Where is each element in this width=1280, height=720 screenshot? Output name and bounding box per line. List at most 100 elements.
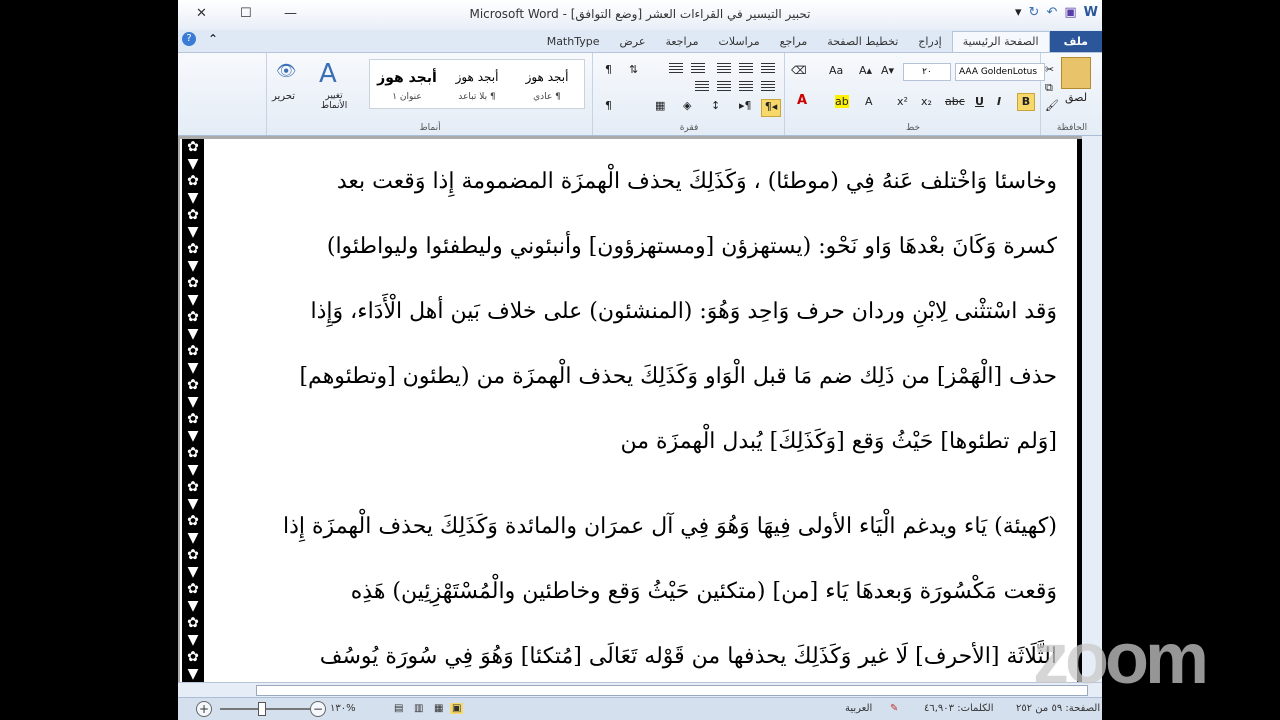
bold-icon[interactable]: B (1017, 93, 1035, 111)
border-ornament: ✿ (187, 581, 199, 597)
zoom-slider-knob[interactable] (258, 702, 266, 716)
tab-2[interactable]: إدراج (908, 32, 951, 52)
word-window: ✕ ☐ — تحبير التيسير في القراءات العشر [و… (178, 0, 1102, 720)
subscript-icon[interactable]: x₂ (921, 95, 932, 108)
style-heading-1[interactable]: أبجد هوز عنوان ١ (372, 60, 442, 106)
font-name-combo[interactable]: AAA GoldenLotus (955, 63, 1045, 81)
binoculars-icon[interactable]: 👁 (276, 61, 296, 80)
save-icon[interactable]: ▣ (1064, 5, 1076, 20)
paste-icon[interactable] (1061, 57, 1091, 89)
border-ornament: ▼ (187, 564, 199, 580)
view-draft-icon[interactable]: ▤ (394, 703, 403, 714)
document-text[interactable]: وخاسئا وَاخْتلف عَنهُ فِي (موطئا) ، وَكَ… (230, 149, 1057, 682)
bullets-icon[interactable] (761, 63, 775, 77)
tab-4[interactable]: مراجع (770, 32, 818, 52)
zoom-in-icon[interactable]: + (196, 701, 212, 717)
align-right-icon[interactable] (761, 81, 775, 95)
ltr-direction-icon[interactable]: ▸¶ (739, 99, 752, 112)
proofing-icon[interactable]: ✎ (890, 703, 898, 714)
tab-0[interactable]: ملف (1049, 31, 1102, 52)
font-size-combo[interactable]: ٢٠ (903, 63, 951, 81)
change-styles-button[interactable]: تغيير الأنماط (311, 91, 357, 111)
font-color-icon[interactable]: A (797, 93, 807, 108)
highlight-icon[interactable]: ab (835, 95, 849, 108)
page-number[interactable]: الصفحة: ٥٩ من ٢٥٢ (1016, 703, 1100, 714)
tab-1[interactable]: الصفحة الرئيسية (951, 31, 1050, 52)
numbering-icon[interactable] (739, 63, 753, 77)
editing-button[interactable]: تحرير (272, 91, 295, 102)
zoom-level[interactable]: %١٣٠ (330, 703, 356, 714)
format-painter-icon[interactable]: 🖌 (1045, 99, 1059, 112)
decrease-indent-icon[interactable] (691, 63, 705, 77)
increase-indent-icon[interactable] (669, 63, 683, 77)
customize-qat-icon[interactable]: ▾ (1015, 5, 1022, 20)
document-page[interactable]: ✿▼✿▼✿▼✿▼✿▼✿▼✿▼✿▼✿▼✿▼✿▼✿▼✿▼✿▼✿▼✿▼ ✿▼✿▼✿▼✿… (180, 139, 1100, 682)
paste-button[interactable]: لصق (1065, 91, 1087, 104)
page-border-left: ✿ ▼ ✿ ▼ ✿ ▼ ✿ ▼ ✿ ▼ ✿ ▼ ✿ ▼ ✿ ▼ ✿ ▼ ✿ ▼ ✿ ▼ ✿ ▼ ✿ ▼ ✿ ▼ ✿ ▼ ✿ ▼ (182, 139, 204, 682)
editing-group: 👁 تحرير (178, 53, 296, 135)
change-styles-icon[interactable]: A (319, 59, 337, 89)
collapse-ribbon-icon[interactable]: ⌃ (208, 32, 218, 46)
zoom-out-icon[interactable]: − (310, 701, 326, 717)
sort-icon[interactable]: ⇅ (629, 63, 638, 76)
show-marks-icon[interactable]: ¶ (605, 63, 612, 76)
border-ornament: ▼ (187, 156, 199, 172)
border-ornament: ▼ (187, 496, 199, 512)
border-ornament: ✿ (187, 513, 199, 529)
font-group: AAA GoldenLotus ٢٠ A▾ A▴ Aa ⌫ B I U abc … (784, 53, 1045, 135)
style-no-spacing[interactable]: أبجد هوز ¶ بلا تباعد (442, 60, 512, 106)
tab-7[interactable]: عرض (610, 32, 656, 52)
borders-icon[interactable]: ▦ (655, 99, 665, 112)
border-ornament: ▼ (187, 224, 199, 240)
underline-icon[interactable]: U (975, 95, 984, 108)
language-status[interactable]: العربية (845, 703, 872, 714)
multilevel-list-icon[interactable] (717, 63, 731, 77)
change-case-icon[interactable]: Aa (829, 64, 843, 77)
line-spacing-icon[interactable]: ↕ (711, 99, 720, 112)
rtl-direction-icon[interactable]: ¶◂ (761, 99, 781, 117)
help-icon[interactable]: ? (182, 32, 196, 46)
horizontal-scroll-thumb[interactable] (256, 685, 1088, 696)
word-count[interactable]: الكلمات: ٤٦,٩٠٣ (924, 703, 994, 714)
border-ornament: ✿ (187, 479, 199, 495)
clear-formatting-icon[interactable]: ⌫ (791, 64, 807, 77)
zoom-slider[interactable] (220, 702, 310, 716)
style-normal-sample: أبجد هوز (525, 70, 569, 84)
ribbon-tabs: ? ⌃ ملف الصفحة الرئيسية إدراج تخطيط الصفحة م… (178, 30, 1102, 53)
view-print-layout-icon[interactable]: ▣ (450, 703, 464, 714)
italic-icon[interactable]: I (997, 95, 1001, 108)
style-normal[interactable]: أبجد هوز ¶ عادي (512, 60, 582, 106)
justify-icon[interactable] (695, 81, 709, 95)
paragraph-mark-icon[interactable]: ¶ (605, 99, 612, 112)
border-ornament: ✿ (187, 615, 199, 631)
tab-8[interactable]: MathType (537, 32, 610, 52)
styles-gallery: أبجد هوز ¶ عادي أبجد هوز ¶ بلا تباعد أبج… (369, 59, 585, 109)
vertical-scrollbar[interactable] (1082, 136, 1102, 682)
text-effects-icon[interactable]: A (865, 95, 873, 108)
tab-6[interactable]: مراجعة (655, 32, 708, 52)
strikethrough-icon[interactable]: abc (945, 95, 965, 108)
tab-3[interactable]: تخطيط الصفحة (817, 32, 908, 52)
align-center-icon[interactable] (739, 81, 753, 95)
shading-icon[interactable]: ◈ (683, 99, 691, 112)
view-web-icon[interactable]: ▦ (434, 703, 443, 714)
copy-icon[interactable]: ⧉ (1045, 81, 1053, 95)
redo-icon[interactable]: ↻ (1029, 5, 1040, 20)
text-line-5: [وَلم تطئوها] حَيْثُ وَقع [وَكَذَلِكَ] ي… (620, 429, 1057, 454)
word-icon: W (1083, 5, 1098, 20)
tab-list: ملف الصفحة الرئيسية إدراج تخطيط الصفحة مراجع… (537, 30, 1102, 52)
horizontal-scrollbar[interactable] (178, 682, 1102, 697)
undo-icon[interactable]: ↶ (1046, 5, 1057, 20)
tab-5[interactable]: مراسلات (708, 32, 769, 52)
style-normal-name: ¶ عادي (533, 92, 561, 102)
view-outline-icon[interactable]: ▥ (414, 703, 423, 714)
shrink-font-icon[interactable]: A▾ (881, 64, 894, 77)
text-line-4: حذف [الْهَمْز] من ذَلِك ضم مَا قبل الْوَ… (299, 364, 1057, 389)
clipboard-group-label: الحافظة (1056, 123, 1088, 133)
cut-icon[interactable]: ✂ (1045, 63, 1054, 76)
align-left-icon[interactable] (717, 81, 731, 95)
grow-font-icon[interactable]: A▴ (859, 64, 872, 77)
clipboard-group: لصق ✂ ⧉ 🖌 الحافظة (1040, 53, 1102, 135)
styles-group: أبجد هوز ¶ عادي أبجد هوز ¶ بلا تباعد أبج… (266, 53, 593, 135)
superscript-icon[interactable]: x² (897, 95, 908, 108)
